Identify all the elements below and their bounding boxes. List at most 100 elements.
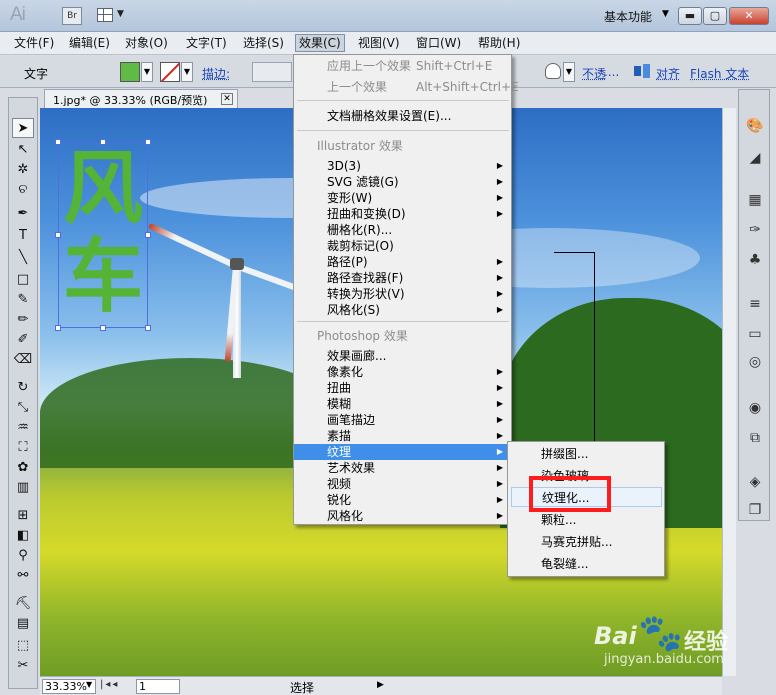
play-icon[interactable]: ▶ [377,680,387,692]
warp-tool-icon[interactable]: ♒ [12,418,34,438]
menu-item-path[interactable]: 路径(P) ▶ [294,254,511,270]
minimize-button[interactable]: ▬ [678,7,702,25]
swatches-icon[interactable]: ▦ [745,190,765,210]
chevron-down-icon[interactable]: ▼ [86,680,92,689]
menu-view[interactable]: 视图(V) [358,35,400,53]
opacity-link[interactable]: 不透 [582,65,606,82]
close-icon[interactable]: ✕ [221,93,233,105]
resize-handle[interactable] [55,325,61,331]
flash-text-link[interactable]: Flash 文本 [690,65,749,82]
menu-item-pixelate[interactable]: 像素化 ▶ [294,364,511,380]
resize-handle[interactable] [145,139,151,145]
menu-item-texture[interactable]: 纹理 ▶ [294,444,511,460]
align-link[interactable]: 对齐 [656,65,680,82]
align-icon[interactable] [634,63,650,79]
stroke-weight-field[interactable] [252,62,292,82]
color-guide-icon[interactable]: ◢ [745,148,765,168]
brushes-icon[interactable]: ✑ [745,220,765,240]
rotate-tool-icon[interactable]: ↻ [12,378,34,398]
pencil-tool-icon[interactable]: ✏ [12,310,34,330]
mesh-tool-icon[interactable]: ⊞ [12,506,34,526]
slice-tool-icon[interactable]: ✂ [12,656,34,676]
menu-item-pathfinder[interactable]: 路径查找器(F) ▶ [294,270,511,286]
resize-handle[interactable] [100,325,106,331]
menu-item-distort[interactable]: 扭曲 ▶ [294,380,511,396]
selected-text-char[interactable]: 风 [60,146,146,232]
menu-effect[interactable]: 效果(C) [295,34,345,52]
menu-item-stylize-photoshop[interactable]: 风格化 ▶ [294,508,511,524]
blend-tool-icon[interactable]: ⚯ [12,566,34,586]
appearance-icon[interactable]: ◉ [745,398,765,418]
menu-select[interactable]: 选择(S) [243,35,284,53]
menu-item-video[interactable]: 视频 ▶ [294,476,511,492]
bridge-button[interactable]: Br [62,7,82,25]
fill-dropdown[interactable]: ▼ [141,62,153,82]
direct-selection-tool-icon[interactable]: ↖ [12,140,34,160]
menu-item-stylize-illustrator[interactable]: 风格化(S) ▶ [294,302,511,318]
menu-item-effect-gallery[interactable]: 效果画廊... [294,348,511,364]
graph-tool-icon[interactable]: ▤ [12,614,34,634]
menu-item-sketch[interactable]: 素描 ▶ [294,428,511,444]
menu-item-patchwork[interactable]: 拼缀图... [508,444,664,464]
color-icon[interactable]: 🎨 [745,116,765,136]
menu-object[interactable]: 对象(O) [125,35,168,53]
layers-icon[interactable]: ◈ [745,472,765,492]
arrange-documents-button[interactable]: ▼ [97,7,129,25]
gradient-icon[interactable]: ▭ [745,324,765,344]
blob-brush-tool-icon[interactable]: ✐ [12,330,34,350]
workspace-switcher[interactable]: 基本功能 [604,8,652,25]
menu-edit[interactable]: 编辑(E) [69,35,110,53]
menu-file[interactable]: 文件(F) [14,35,54,53]
free-transform-tool-icon[interactable]: ⛶ [12,438,34,458]
graphic-styles-icon[interactable]: ⧉ [745,428,765,448]
close-button[interactable]: ✕ [729,7,769,25]
menu-item-brush-strokes[interactable]: 画笔描边 ▶ [294,412,511,428]
selected-text-char[interactable]: 车 [60,234,146,320]
brush-dropdown[interactable]: ▼ [563,62,575,82]
menu-item-grain[interactable]: 颗粒... [508,510,664,530]
symbols-icon[interactable]: ♣ [745,250,765,270]
pen-tool-icon[interactable]: ✒ [12,204,34,224]
maximize-button[interactable]: ▢ [703,7,727,25]
scale-tool-icon[interactable]: ⤡ [12,398,34,418]
magic-wand-tool-icon[interactable]: ✲ [12,160,34,180]
menu-window[interactable]: 窗口(W) [416,35,461,53]
status-label[interactable]: 选择 [290,679,314,695]
menu-item-rasterize[interactable]: 栅格化(R)... [294,222,511,238]
eyedropper-tool-icon[interactable]: ⚲ [12,546,34,566]
menu-item-convert-to-shape[interactable]: 转换为形状(V) ▶ [294,286,511,302]
brush-definition-icon[interactable] [545,63,561,79]
gradient-tool-icon[interactable]: ◧ [12,526,34,546]
menu-item-blur[interactable]: 模糊 ▶ [294,396,511,412]
live-paint-tool-icon[interactable]: ⛏ [12,594,34,614]
artboard-number-field[interactable]: 1 [136,679,180,694]
menu-item-raster-settings[interactable]: 文档栅格效果设置(E)... [294,108,511,124]
type-tool-icon[interactable]: T [12,226,34,246]
menu-item-3d[interactable]: 3D(3) ▶ [294,158,511,174]
menu-type[interactable]: 文字(T) [186,35,227,53]
stroke-link[interactable]: 描边: [202,65,230,82]
artboards-icon[interactable]: ❐ [745,500,765,520]
menu-item-crop-marks[interactable]: 裁剪标记(O) [294,238,511,254]
resize-handle[interactable] [145,325,151,331]
opacity-value[interactable]: .... [604,65,619,79]
menu-item-mosaic-tiles[interactable]: 马赛克拼贴... [508,532,664,552]
symbol-sprayer-tool-icon[interactable]: ✿ [12,458,34,478]
paintbrush-tool-icon[interactable]: ✎ [12,290,34,310]
column-graph-tool-icon[interactable]: ▥ [12,478,34,498]
menu-item-craquelure[interactable]: 龟裂缝... [508,554,664,574]
fill-color-swatch[interactable] [120,62,140,82]
menu-item-artistic[interactable]: 艺术效果 ▶ [294,460,511,476]
lasso-tool-icon[interactable]: ଚ [12,180,34,200]
rectangle-tool-icon[interactable]: □ [12,270,34,290]
artboard-navigation[interactable]: |◂◂ [100,679,119,690]
menu-item-last-effect[interactable]: 上一个效果 Alt+Shift+Ctrl+E [294,79,519,95]
stroke-dropdown[interactable]: ▼ [181,62,193,82]
eraser-tool-icon[interactable]: ⌫ [12,350,34,370]
chevron-down-icon[interactable]: ▼ [662,9,669,19]
stroke-icon[interactable]: ≡ [745,294,765,314]
resize-handle[interactable] [55,139,61,145]
menu-item-svg-filters[interactable]: SVG 滤镜(G) ▶ [294,174,511,190]
menu-item-sharpen[interactable]: 锐化 ▶ [294,492,511,508]
selection-tool-icon[interactable]: ➤ [12,118,34,138]
